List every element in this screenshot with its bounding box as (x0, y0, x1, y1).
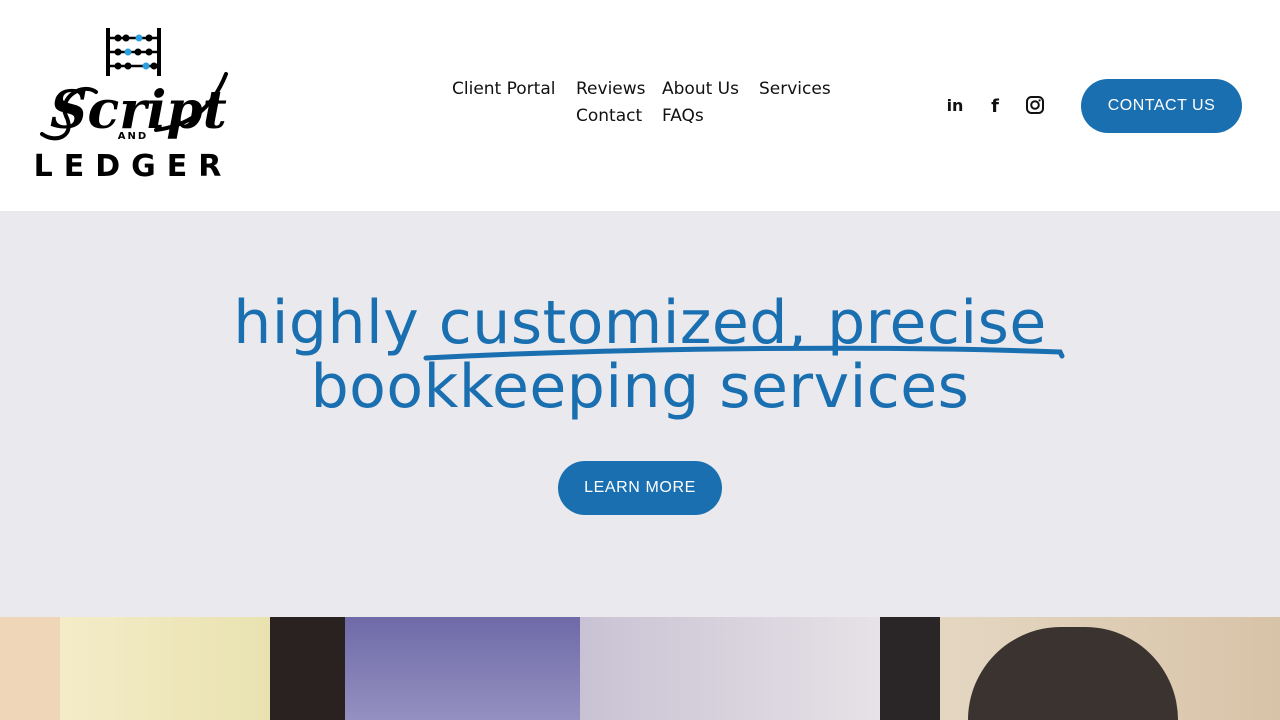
linkedin-icon[interactable]: in (945, 95, 965, 115)
nav-item-faqs[interactable]: FAQs (662, 106, 704, 126)
nav-item-client-portal[interactable]: Client Portal (452, 79, 555, 99)
script-and-ledger-logo[interactable]: Script AND LEDGER (36, 26, 230, 180)
facebook-icon[interactable]: f (985, 95, 1005, 117)
abacus-icon (106, 28, 161, 76)
hero-photo (0, 617, 1280, 720)
logo-and-text: AND (118, 131, 148, 142)
nav-item-contact[interactable]: Contact (576, 106, 642, 126)
headline-prefix: highly (233, 288, 439, 358)
logo-ledger-text: LEDGER (36, 149, 230, 180)
svg-text:f: f (991, 96, 999, 115)
hero-section: highly customized, precise bookkeeping s… (0, 211, 1280, 617)
nav-item-about-us[interactable]: About Us (662, 79, 739, 99)
instagram-icon[interactable] (1025, 95, 1045, 115)
svg-text:in: in (947, 96, 964, 115)
learn-more-button[interactable]: LEARN MORE (558, 461, 722, 515)
nav-item-reviews[interactable]: Reviews (576, 79, 646, 99)
contact-us-button[interactable]: CONTACT US (1081, 79, 1242, 133)
headline-underline-stroke (423, 345, 1065, 361)
nav-item-services[interactable]: Services (759, 79, 831, 99)
site-header: Script AND LEDGER Client Portal Reviews … (0, 0, 1280, 211)
